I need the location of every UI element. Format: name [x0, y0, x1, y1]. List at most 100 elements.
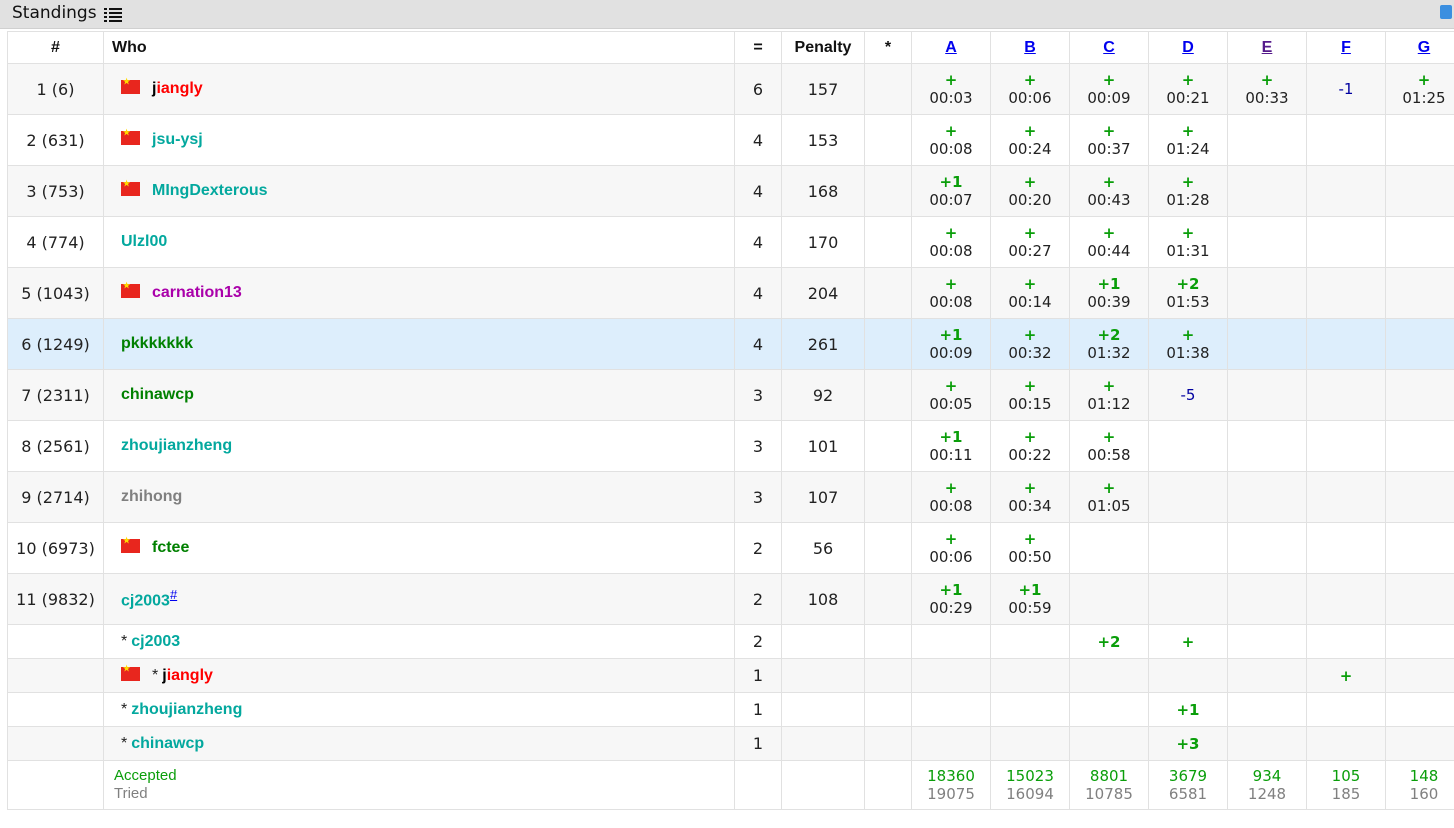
participant-link[interactable]: cj2003 — [121, 593, 170, 610]
problem-d-link[interactable]: D — [1182, 39, 1194, 56]
problem-cell[interactable] — [1069, 658, 1149, 693]
problem-cell[interactable]: +00:24 — [990, 114, 1070, 166]
problem-cell[interactable]: +00:03 — [911, 63, 991, 115]
problem-cell[interactable] — [1306, 471, 1386, 523]
problem-a-link[interactable]: A — [945, 39, 957, 56]
problem-cell[interactable] — [1227, 573, 1307, 625]
problem-c-link[interactable]: C — [1103, 39, 1115, 56]
problem-cell[interactable] — [1385, 692, 1454, 727]
problem-cell[interactable]: +1 00:39 — [1069, 267, 1149, 319]
participant-link[interactable]: zhihong — [121, 488, 182, 505]
problem-cell[interactable]: + — [1148, 624, 1228, 659]
problem-cell[interactable]: -1 — [1306, 63, 1386, 115]
problem-cell[interactable] — [1306, 267, 1386, 319]
problem-cell[interactable] — [990, 658, 1070, 693]
problem-cell[interactable] — [1306, 726, 1386, 761]
problem-cell[interactable]: +00:20 — [990, 165, 1070, 217]
problem-cell[interactable] — [1227, 471, 1307, 523]
problem-cell[interactable] — [1069, 573, 1149, 625]
problem-cell[interactable]: +00:27 — [990, 216, 1070, 268]
problem-cell[interactable] — [1227, 658, 1307, 693]
problem-cell[interactable] — [911, 692, 991, 727]
problem-cell[interactable] — [1385, 267, 1454, 319]
problem-cell[interactable]: +1 00:59 — [990, 573, 1070, 625]
problem-cell[interactable]: +00:50 — [990, 522, 1070, 574]
problem-cell[interactable] — [1306, 573, 1386, 625]
problem-cell[interactable] — [1227, 216, 1307, 268]
problem-cell[interactable]: +01:28 — [1148, 165, 1228, 217]
problem-cell[interactable]: +00:37 — [1069, 114, 1149, 166]
problem-cell[interactable]: +1 00:07 — [911, 165, 991, 217]
problem-cell[interactable]: +00:33 — [1227, 63, 1307, 115]
problem-cell[interactable]: +00:14 — [990, 267, 1070, 319]
problem-cell[interactable] — [1069, 692, 1149, 727]
problem-cell[interactable] — [1385, 165, 1454, 217]
problem-cell[interactable]: +00:21 — [1148, 63, 1228, 115]
problem-cell[interactable] — [1227, 624, 1307, 659]
problem-cell[interactable]: +00:58 — [1069, 420, 1149, 472]
participant-link[interactable]: cj2003 — [131, 633, 180, 650]
participant-link[interactable]: chinawcp — [131, 735, 204, 752]
problem-cell[interactable]: +3 — [1148, 726, 1228, 761]
problem-cell[interactable] — [1227, 420, 1307, 472]
participant-link[interactable]: jsu-ysj — [152, 131, 203, 148]
participant-link[interactable]: jiangly — [162, 667, 213, 684]
problem-cell[interactable] — [1385, 658, 1454, 693]
problem-cell[interactable] — [1148, 573, 1228, 625]
problem-cell[interactable] — [911, 726, 991, 761]
problem-g-link[interactable]: G — [1418, 39, 1430, 56]
problem-cell[interactable]: +00:44 — [1069, 216, 1149, 268]
problem-cell[interactable] — [1306, 522, 1386, 574]
problem-e-link[interactable]: E — [1262, 39, 1273, 56]
list-icon[interactable] — [104, 8, 122, 22]
problem-cell[interactable]: + — [1306, 658, 1386, 693]
problem-cell[interactable] — [1227, 318, 1307, 370]
problem-cell[interactable] — [1306, 420, 1386, 472]
problem-cell[interactable]: +00:09 — [1069, 63, 1149, 115]
problem-cell[interactable] — [1148, 471, 1228, 523]
problem-cell[interactable]: +00:06 — [990, 63, 1070, 115]
participant-link[interactable]: zhoujianzheng — [131, 701, 242, 718]
problem-cell[interactable] — [1227, 369, 1307, 421]
problem-cell[interactable] — [1227, 267, 1307, 319]
problem-cell[interactable] — [911, 624, 991, 659]
problem-cell[interactable] — [1385, 624, 1454, 659]
participant-link[interactable]: carnation13 — [152, 284, 242, 301]
problem-cell[interactable]: +01:05 — [1069, 471, 1149, 523]
problem-cell[interactable] — [1069, 726, 1149, 761]
expand-icon[interactable] — [1440, 5, 1452, 19]
problem-cell[interactable]: +2 01:32 — [1069, 318, 1149, 370]
problem-cell[interactable] — [1306, 114, 1386, 166]
problem-f-link[interactable]: F — [1341, 39, 1351, 56]
problem-cell[interactable]: +01:24 — [1148, 114, 1228, 166]
problem-cell[interactable] — [1385, 216, 1454, 268]
problem-cell[interactable]: -5 — [1148, 369, 1228, 421]
problem-cell[interactable] — [1385, 369, 1454, 421]
problem-cell[interactable]: +01:38 — [1148, 318, 1228, 370]
problem-cell[interactable]: +00:08 — [911, 267, 991, 319]
problem-cell[interactable] — [1385, 726, 1454, 761]
problem-cell[interactable] — [1148, 420, 1228, 472]
problem-cell[interactable] — [1385, 318, 1454, 370]
problem-cell[interactable] — [1306, 369, 1386, 421]
participant-link[interactable]: jiangly — [152, 80, 203, 97]
problem-cell[interactable] — [1227, 726, 1307, 761]
problem-cell[interactable]: +00:05 — [911, 369, 991, 421]
problem-cell[interactable] — [990, 726, 1070, 761]
participant-link[interactable]: chinawcp — [121, 386, 194, 403]
problem-cell[interactable] — [1148, 658, 1228, 693]
problem-cell[interactable]: +1 00:09 — [911, 318, 991, 370]
problem-cell[interactable] — [1306, 318, 1386, 370]
problem-cell[interactable]: +2 — [1069, 624, 1149, 659]
participant-link[interactable]: zhoujianzheng — [121, 437, 232, 454]
problem-cell[interactable] — [990, 624, 1070, 659]
problem-cell[interactable] — [1306, 624, 1386, 659]
problem-cell[interactable] — [911, 658, 991, 693]
problem-cell[interactable]: +01:31 — [1148, 216, 1228, 268]
problem-cell[interactable] — [1227, 692, 1307, 727]
participant-link[interactable]: Ulzl00 — [121, 233, 167, 250]
problem-cell[interactable] — [1385, 114, 1454, 166]
problem-cell[interactable] — [990, 692, 1070, 727]
problem-cell[interactable] — [1385, 522, 1454, 574]
problem-cell[interactable]: +01:25 — [1385, 63, 1454, 115]
